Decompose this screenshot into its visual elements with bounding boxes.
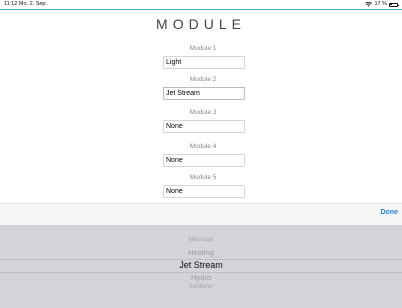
picker-option[interactable]: Heating — [0, 248, 402, 257]
module-5-group: Module 5 None — [163, 174, 245, 198]
picker-option[interactable]: Hydro — [0, 273, 402, 282]
status-right: 17 % — [365, 0, 399, 9]
picker-option-selected[interactable]: Jet Stream — [0, 260, 402, 270]
header-divider — [0, 9, 402, 10]
module-2-label: Module 2 — [189, 76, 217, 83]
module-5-label: Module 5 — [189, 174, 217, 181]
status-time-date: 11:12 Mo. 2. Sep. — [4, 1, 48, 7]
module-3-group: Module 3 None — [163, 109, 245, 133]
module-1-group: Module 1 Light — [163, 45, 245, 69]
module-3-field[interactable]: None — [163, 120, 245, 133]
picker-toolbar: Done — [0, 203, 402, 226]
module-2-field[interactable]: Jet Stream — [163, 87, 245, 100]
module-1-label: Module 1 — [189, 45, 217, 52]
status-bar: 11:12 Mo. 2. Sep. 17 % — [0, 0, 402, 9]
module-5-field[interactable]: None — [163, 185, 245, 198]
battery-percent: 17 % — [374, 1, 387, 7]
picker-option[interactable]: Massage — [0, 237, 402, 243]
module-4-label: Module 4 — [189, 143, 217, 150]
module-3-label: Module 3 — [189, 109, 217, 116]
wifi-icon — [365, 2, 373, 7]
module-1-field[interactable]: Light — [163, 56, 245, 69]
battery-icon — [389, 2, 399, 7]
page-title: MODULE — [156, 16, 246, 32]
module-picker[interactable]: Massage Heating Jet Stream Hydro Soutter… — [0, 225, 402, 308]
module-4-group: Module 4 None — [163, 143, 245, 167]
picker-option[interactable]: Soutterer — [0, 284, 402, 290]
module-2-group: Module 2 Jet Stream — [163, 76, 245, 100]
module-4-field[interactable]: None — [163, 154, 245, 167]
done-button[interactable]: Done — [381, 209, 399, 216]
